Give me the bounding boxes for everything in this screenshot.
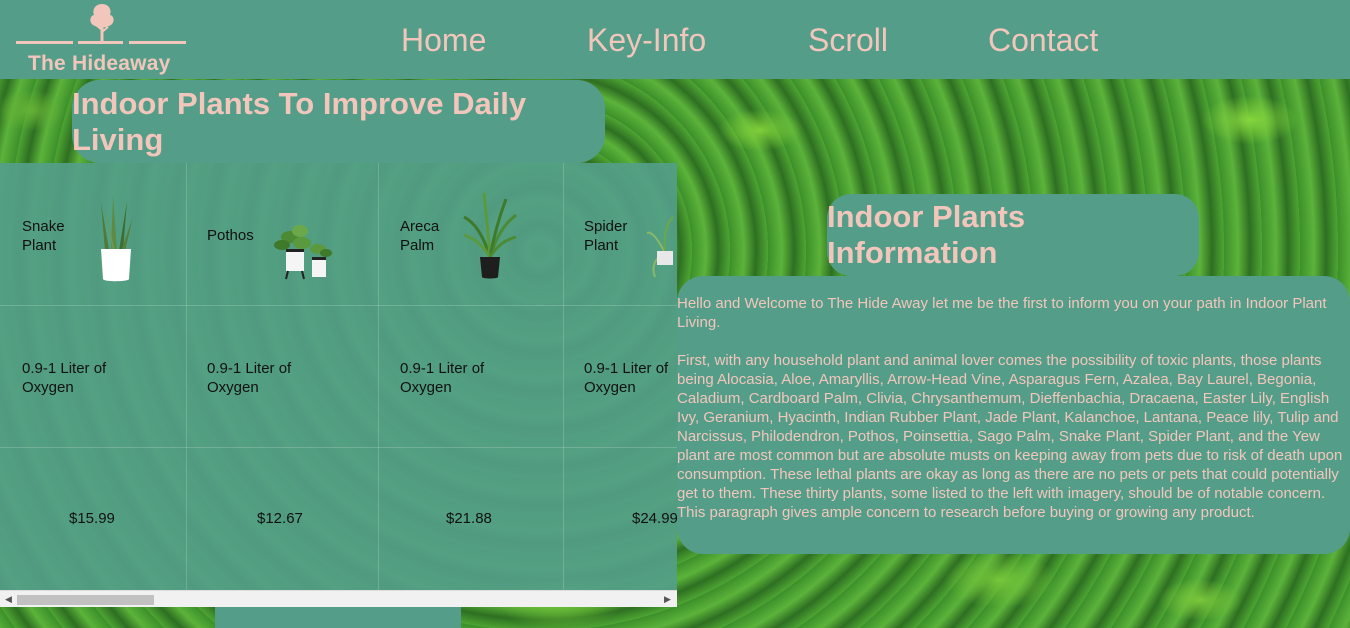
plant-oxygen: 0.9-1 Liter of Oxygen — [207, 360, 292, 396]
nav-home[interactable]: Home — [401, 22, 486, 59]
info-paragraph: Hello and Welcome to The Hide Away let m… — [677, 295, 1327, 331]
areca-palm-icon — [463, 192, 517, 279]
plant-price: $24.99 — [632, 510, 677, 527]
page-title-box: Indoor Plants To Improve Daily Living — [72, 80, 605, 163]
nav-scroll[interactable]: Scroll — [808, 22, 888, 59]
nav-key-info[interactable]: Key-Info — [587, 22, 706, 59]
info-box: Hello and Welcome to The Hide Away let m… — [677, 276, 1350, 554]
row-divider — [0, 447, 677, 448]
header: The Hideaway Home Key-Info Scroll Contac… — [0, 0, 1350, 79]
scroll-left-icon[interactable]: ◀ — [5, 594, 12, 605]
footer-box — [215, 607, 461, 628]
plant-name: Pothos — [207, 227, 254, 244]
snake-plant-icon — [101, 195, 133, 282]
nav-contact[interactable]: Contact — [988, 22, 1098, 59]
page-title: Indoor Plants To Improve Daily Living — [72, 85, 527, 157]
plant-price: $12.67 — [257, 510, 303, 527]
scroll-thumb[interactable] — [17, 595, 154, 605]
plant-grid: Snake Plant 0.9-1 Liter of Oxygen $15.99… — [0, 163, 677, 590]
info-title: Indoor Plants Information — [827, 199, 1026, 270]
plant-oxygen: 0.9-1 Liter of Oxygen — [584, 360, 669, 396]
plant-oxygen: 0.9-1 Liter of Oxygen — [400, 360, 485, 396]
plant-name: Snake Plant — [22, 218, 65, 254]
plant-price: $21.88 — [446, 510, 492, 527]
plant-name: Spider Plant — [584, 218, 628, 254]
plant-price: $15.99 — [69, 510, 115, 527]
plant-table[interactable]: Snake Plant 0.9-1 Liter of Oxygen $15.99… — [0, 163, 677, 607]
plant-name: Areca Palm — [400, 218, 440, 254]
row-divider — [0, 305, 677, 306]
plant-oxygen: 0.9-1 Liter of Oxygen — [22, 360, 107, 396]
info-title-box: Indoor Plants Information — [827, 194, 1199, 276]
scroll-right-icon[interactable]: ▶ — [664, 594, 671, 605]
spider-plant-icon — [646, 216, 674, 278]
info-paragraph: First, with any household plant and anim… — [677, 352, 1343, 521]
main-nav: Home Key-Info Scroll Contact — [0, 0, 1350, 79]
horizontal-scrollbar[interactable]: ◀ ▶ — [0, 590, 677, 607]
pothos-icon — [274, 225, 332, 280]
